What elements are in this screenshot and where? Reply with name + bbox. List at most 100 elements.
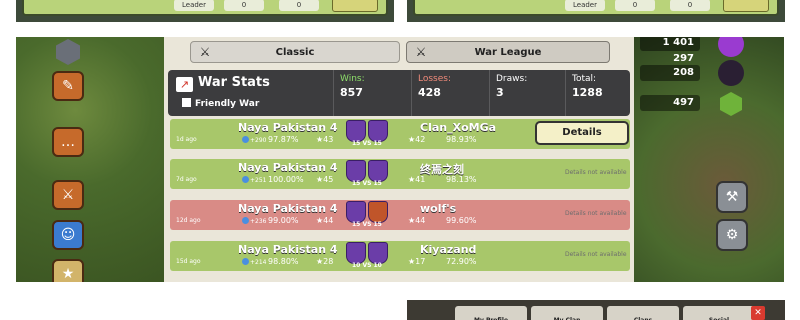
own-stars-value: 45 [323,175,334,184]
own-clan-badge-icon [346,242,366,264]
losses-stat: Losses: 428 [411,70,489,116]
war-log-row[interactable]: 7d ago Naya Pakistan 4 +251 100.00% ★45 … [170,159,630,189]
details-unavailable: Details not available [565,210,627,217]
thumb-leader: Leader [174,0,214,11]
opponent-destruction: 98.93% [446,135,477,144]
tab-label: Classic [275,47,315,58]
opponent-destruction: 72.90% [446,257,477,266]
tab-social[interactable]: Social [683,306,755,320]
own-clan-name: Naya Pakistan 4 [238,121,338,134]
trophy-value: +236 [250,218,267,225]
sword-icon: ⚔ [199,45,211,59]
thumb-value: 0 [670,0,710,11]
friendly-war-label: Friendly War [195,99,260,109]
trophy-icon [242,217,249,224]
opponent-stars-value: 41 [415,175,426,184]
details-button[interactable]: Details [535,121,629,145]
crossed-swords-icon: ⚔ [415,45,427,59]
total-value: 1288 [572,86,603,99]
own-destruction: 100.00% [268,175,304,184]
opponent-stars: ★42 [408,135,426,144]
friendly-war-toggle[interactable]: Friendly War [182,98,259,109]
trophy-value: +214 [250,259,267,266]
opponent-clan-badge-icon [368,242,388,264]
opponent-stars: ★17 [408,257,426,266]
tab-my-profile[interactable]: My Profile [455,306,527,320]
own-stars: ★45 [316,175,334,184]
thumb-value: 0 [615,0,655,11]
own-stars: ★28 [316,257,334,266]
war-size: 15 VS 15 [352,221,382,228]
trophy-icon [242,136,249,143]
opponent-stars: ★44 [408,216,426,225]
war-log-row[interactable]: 12d ago Naya Pakistan 4 +236 99.00% ★44 … [170,200,630,230]
top-thumbnail-left: Leader 0 0 [16,0,394,22]
own-clan-name: Naya Pakistan 4 [238,243,338,256]
own-stars-value: 44 [323,216,334,225]
draws-label: Draws: [496,74,528,84]
war-stats-bar: ↗ War Stats Friendly War Wins: 857 Losse… [168,70,630,116]
resource-gold: 1 401 297 [640,37,700,64]
own-clan-badge-icon [346,120,366,142]
tab-label: War League [474,47,542,58]
war-size: 15 VS 15 [352,140,382,147]
wins-label: Wins: [340,74,365,84]
trophy-change: +290 [242,136,266,144]
own-destruction: 99.00% [268,216,299,225]
own-stars: ★43 [316,135,334,144]
own-clan-badge-icon [346,201,366,223]
total-label: Total: [572,74,597,84]
tab-war-league[interactable]: ⚔ War League [406,41,610,63]
own-destruction: 97.87% [268,135,299,144]
thumb-button[interactable] [723,0,769,12]
thumb-value: 0 [279,0,319,11]
trophy-icon [242,258,249,265]
opponent-clan-name: Kiyazand [420,243,477,256]
own-stars-value: 28 [323,257,334,266]
draws-value: 3 [496,86,504,99]
attack-icon[interactable]: ⚔ [52,180,84,210]
own-destruction: 98.80% [268,257,299,266]
wins-value: 857 [340,86,363,99]
dark-elixir-icon [718,60,744,86]
tab-my-clan[interactable]: My Clan [531,306,603,320]
close-icon[interactable]: ✕ [751,306,765,320]
builder-icon[interactable]: ☺ [52,220,84,250]
opponent-destruction: 99.60% [446,216,477,225]
thumb-button[interactable] [332,0,378,12]
thumb-leader: Leader [565,0,605,11]
total-stat: Total: 1288 [565,70,630,116]
draws-stat: Draws: 3 [489,70,565,116]
losses-value: 428 [418,86,441,99]
tab-clans[interactable]: Clans [607,306,679,320]
resource-dark: 208 [640,65,700,81]
builder-tool-icon[interactable]: ⚒ [716,181,748,213]
thumb-value: 0 [224,0,264,11]
opponent-clan-name: Clan_XoMGa [420,121,497,134]
opponent-clan-badge-icon [368,160,388,182]
details-unavailable: Details not available [565,169,627,176]
war-log-panel: ⚔ Classic ⚔ War League ↗ War Stats Frien… [164,37,634,282]
resource-gems: 497 [640,95,700,111]
opponent-stars-value: 17 [415,257,426,266]
opponent-destruction: 98.13% [446,175,477,184]
tab-classic[interactable]: ⚔ Classic [190,41,400,63]
losses-label: Losses: [418,74,451,84]
war-time: 7d ago [176,176,197,183]
own-stars: ★44 [316,216,334,225]
trophy-change: +236 [242,217,266,225]
trophy-change: +251 [242,176,266,184]
gear-icon[interactable]: ⚙ [716,219,748,251]
league-icon[interactable]: ★ [52,259,84,282]
war-size: 10 VS 10 [352,262,382,269]
village-background-left [16,37,164,282]
war-size: 15 VS 15 [352,180,382,187]
opponent-clan-badge-icon [368,120,388,142]
chat-icon[interactable]: … [52,127,84,157]
map-icon[interactable]: ✎ [52,71,84,101]
war-time: 1d ago [176,136,197,143]
trophy-value: +290 [250,137,267,144]
war-log-row[interactable]: 15d ago Naya Pakistan 4 +214 98.80% ★28 … [170,241,630,271]
checkbox-icon[interactable] [182,98,191,107]
war-log-row[interactable]: 1d ago Naya Pakistan 4 +290 97.87% ★43 1… [170,119,630,149]
